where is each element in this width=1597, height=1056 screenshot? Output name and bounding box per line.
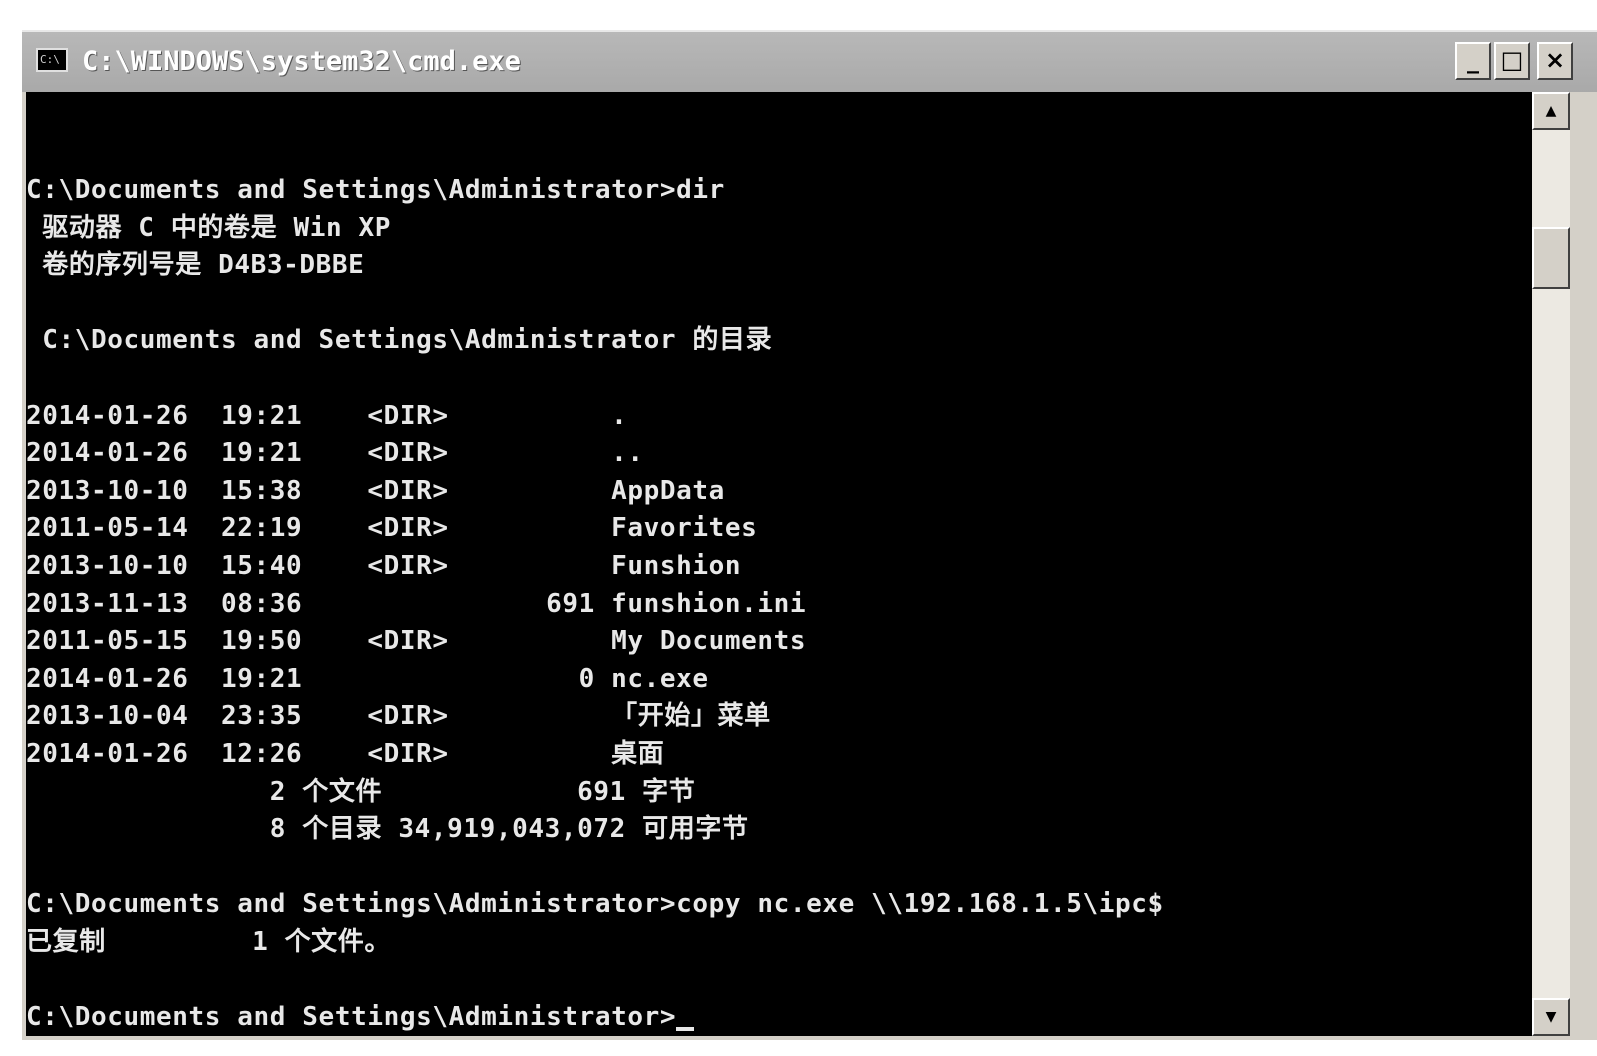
arrow-up-icon: ▲ — [1545, 103, 1557, 119]
console-line: 2014-01-26 19:21 <DIR> . — [26, 400, 628, 431]
console-line: C:\Documents and Settings\Administrator>… — [26, 175, 725, 205]
scroll-down-button[interactable]: ▼ — [1532, 998, 1570, 1036]
vertical-scrollbar[interactable]: ▲ ▼ — [1532, 92, 1570, 1036]
console-line: 8 个目录 34,919,043,072 可用字节 — [26, 814, 749, 845]
console-lines: C:\Documents and Settings\Administrator>… — [26, 172, 1164, 1036]
window-title: C:\WINDOWS\system32\cmd.exe — [82, 46, 521, 77]
console-line: C:\Documents and Settings\Administrator … — [26, 325, 773, 356]
close-button[interactable]: × — [1537, 42, 1573, 80]
console-line: 2011-05-14 22:19 <DIR> Favorites — [26, 513, 758, 544]
console-output[interactable]: C:\Documents and Settings\Administrator>… — [26, 92, 1532, 1036]
scroll-up-button[interactable]: ▲ — [1532, 92, 1570, 130]
title-bar[interactable]: C:\ C:\WINDOWS\system32\cmd.exe _ □ × — [22, 30, 1597, 92]
console-line: 2013-11-13 08:36 691 funshion.ini — [26, 588, 807, 619]
text-cursor — [676, 1027, 695, 1032]
console-line: 卷的序列号是 D4B3-DBBE — [26, 250, 365, 281]
arrow-down-icon: ▼ — [1545, 1009, 1557, 1025]
minimize-button[interactable]: _ — [1455, 42, 1491, 80]
console-line: 2013-10-10 15:40 <DIR> Funshion — [26, 550, 742, 581]
console-line: 驱动器 C 中的卷是 Win XP — [26, 212, 391, 243]
console-line: 2013-10-10 15:38 <DIR> AppData — [26, 475, 725, 506]
scroll-thumb[interactable] — [1532, 226, 1570, 289]
console-line: 2014-01-26 19:21 0 nc.exe — [26, 663, 709, 694]
console-line: 2014-01-26 19:21 <DIR> .. — [26, 438, 644, 469]
cmd-console-icon[interactable]: C:\ — [36, 48, 68, 72]
console-line: 2 个文件 691 字节 — [26, 776, 696, 807]
console-line: C:\Documents and Settings\Administrator> — [26, 999, 1164, 1036]
console-line: 2013-10-04 23:35 <DIR> 「开始」菜单 — [26, 701, 771, 732]
cmd-window: C:\ C:\WINDOWS\system32\cmd.exe _ □ × C:… — [22, 30, 1597, 1040]
console-line: C:\Documents and Settings\Administrator>… — [26, 889, 1164, 920]
console-line: 已复制 1 个文件。 — [26, 926, 391, 957]
console-line: 2011-05-15 19:50 <DIR> My Documents — [26, 626, 807, 657]
console-line: 2014-01-26 12:26 <DIR> 桌面 — [26, 738, 665, 769]
maximize-button[interactable]: □ — [1494, 42, 1530, 80]
